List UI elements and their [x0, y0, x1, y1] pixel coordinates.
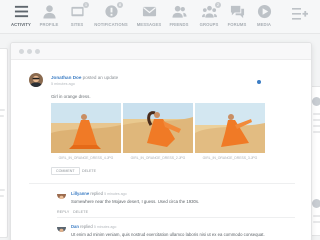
- post-timestamp: 5 minutes ago: [51, 82, 75, 86]
- friends-icon: [170, 3, 188, 20]
- messages-icon: [140, 3, 158, 20]
- notifications-icon: 8: [102, 2, 123, 20]
- nav-media[interactable]: MEDIA: [249, 3, 279, 31]
- comment-actions: REPLY DELETE: [57, 210, 88, 214]
- comment-action-text: replied: [80, 224, 93, 229]
- post-text: Girl in orange dress.: [51, 94, 91, 99]
- nav-forums[interactable]: FORUMS: [222, 3, 252, 31]
- divider: [57, 217, 295, 218]
- comment-action-text: replied: [90, 191, 103, 196]
- post-author-link[interactable]: Jonathan Doe: [51, 75, 81, 80]
- photo-3[interactable]: [195, 103, 265, 153]
- window-titlebar: [11, 43, 311, 60]
- photo-1[interactable]: [51, 103, 121, 153]
- media-icon: [255, 3, 273, 20]
- top-navigation: ACTIVITY PROFILE 1 SITES 8 NOTIFICATIONS…: [0, 0, 320, 34]
- nav-sites[interactable]: 1 SITES: [62, 2, 92, 31]
- nav-friends[interactable]: FRIENDS: [164, 3, 194, 31]
- menu-plus-icon[interactable]: [292, 7, 308, 21]
- nav-groups[interactable]: 2 GROUPS: [194, 2, 224, 31]
- post-options-icon[interactable]: [257, 80, 261, 84]
- comment-button[interactable]: COMMENT: [51, 167, 80, 175]
- delete-comment-link[interactable]: DELETE: [73, 210, 88, 214]
- post-header: Jonathan Doe posted an update: [51, 75, 118, 80]
- comment-author-link[interactable]: Dan: [71, 224, 79, 229]
- nav-notifications[interactable]: 8 NOTIFICATIONS: [94, 2, 128, 31]
- comment-author-link[interactable]: Lillyanne: [71, 191, 89, 196]
- post-action-text: posted an update: [82, 75, 119, 80]
- comment-header: Dan replied 5 minutes ago: [71, 224, 116, 229]
- comment-timestamp: 5 minutes ago: [104, 192, 127, 196]
- window-dot-icon: [19, 49, 24, 54]
- comment-text: Somewhere near the Mojave desert, I gues…: [71, 199, 200, 204]
- notifications-badge: 8: [117, 2, 123, 8]
- avatar[interactable]: [29, 73, 43, 87]
- photo-caption-1: GIRL_IN_ORANGE_DRESS_4.JPG: [58, 156, 114, 160]
- groups-badge: 2: [215, 2, 221, 8]
- sites-icon: 1: [68, 2, 89, 20]
- window-dot-icon: [27, 49, 32, 54]
- window-dot-icon: [35, 49, 40, 54]
- photo-caption-2: GIRL_IN_ORANGE_DRESS_2.JPG: [130, 156, 186, 160]
- groups-icon: 2: [200, 2, 221, 20]
- photo-2[interactable]: [123, 103, 193, 153]
- reply-link[interactable]: REPLY: [57, 210, 69, 214]
- avatar[interactable]: [57, 190, 66, 199]
- comment-header: Lillyanne replied 5 minutes ago: [71, 191, 127, 196]
- forums-icon: [228, 3, 246, 20]
- comment-text: Ut enim ad minim veniam, quis nostrud ex…: [71, 232, 265, 237]
- nav-messages[interactable]: MESSAGES: [134, 3, 164, 31]
- profile-icon: [40, 3, 58, 20]
- activity-window: Jonathan Doe posted an update 5 minutes …: [10, 42, 312, 240]
- avatar[interactable]: [57, 223, 66, 232]
- photo-caption-3: GIRL_IN_ORANGE_DRESS_3.JPG: [202, 156, 258, 160]
- delete-post-link[interactable]: DELETE: [82, 169, 96, 173]
- divider: [29, 183, 295, 184]
- nav-activity[interactable]: ACTIVITY: [6, 3, 36, 31]
- comment-timestamp: 5 minutes ago: [93, 225, 117, 229]
- background-window-left: [0, 48, 8, 238]
- nav-profile[interactable]: PROFILE: [34, 3, 64, 31]
- sites-badge: 1: [83, 2, 89, 8]
- activity-icon: [12, 3, 30, 20]
